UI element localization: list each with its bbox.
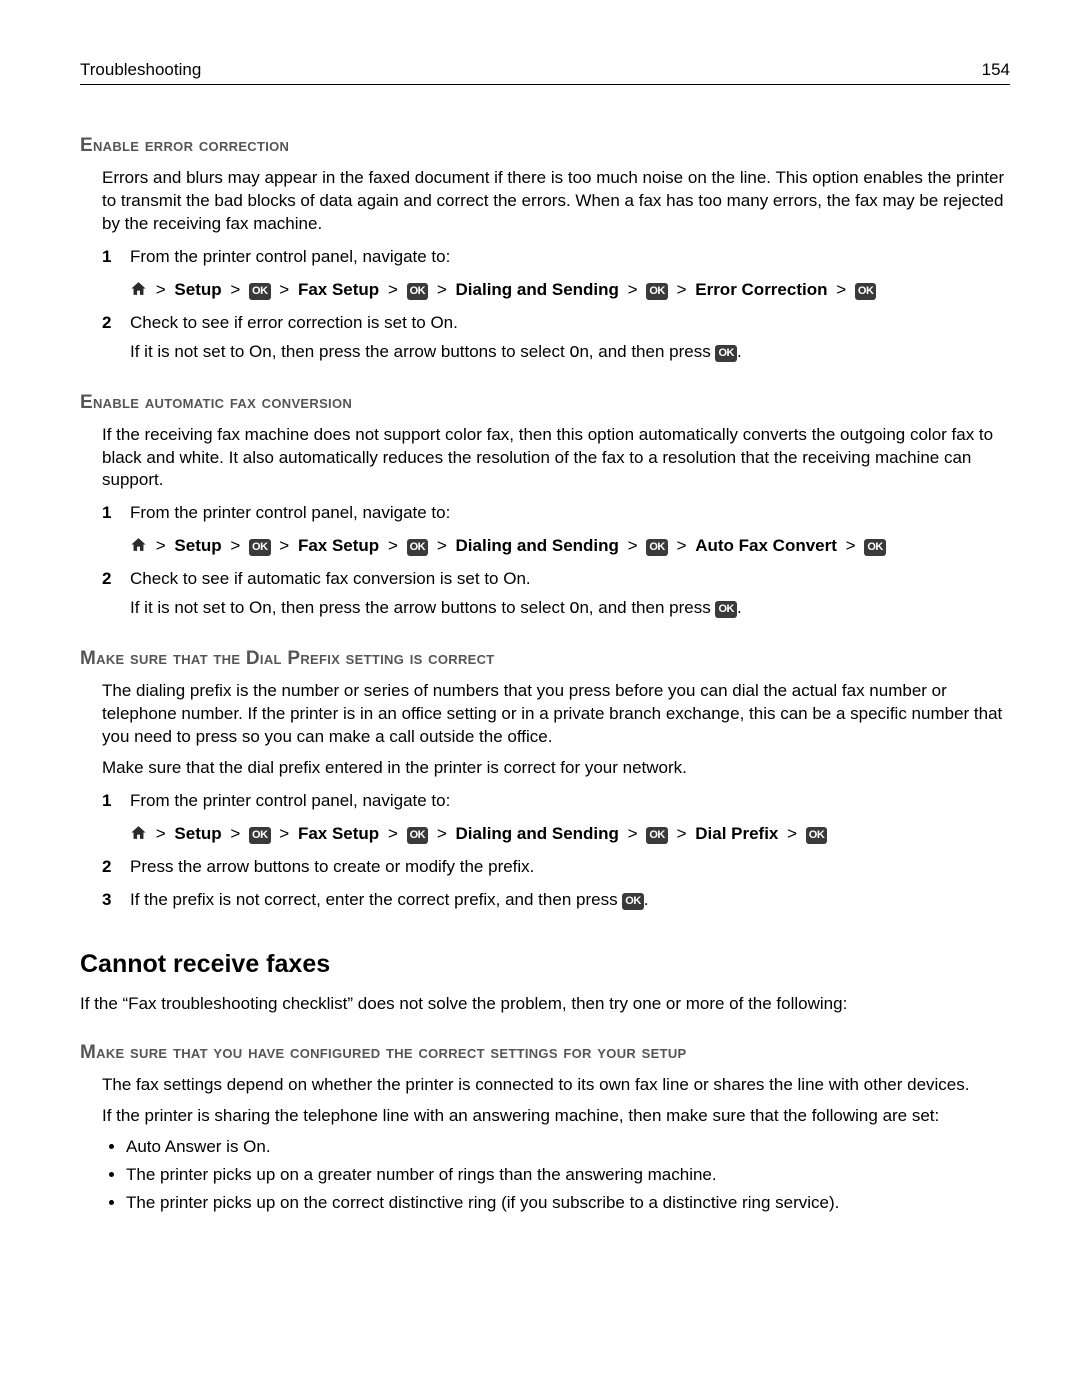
ok-icon: OK: [249, 539, 271, 556]
ok-icon: OK: [646, 283, 668, 300]
ok-icon: OK: [715, 601, 737, 618]
home-icon: [130, 280, 147, 299]
sec2-step1-text: From the printer control panel, navigate…: [130, 503, 450, 522]
nav-dialing-sending: Dialing and Sending: [456, 824, 619, 843]
sec1-step1: From the printer control panel, navigate…: [102, 246, 1010, 302]
home-icon: [130, 824, 147, 843]
nav-setup: Setup: [174, 280, 221, 299]
sec2-steps: From the printer control panel, navigate…: [102, 502, 1010, 622]
nav-dial-prefix: Dial Prefix: [695, 824, 778, 843]
sec1-step2-sub: If it is not set to On, then press the a…: [130, 341, 1010, 366]
sec4-intro: If the “Fax troubleshooting checklist” d…: [80, 993, 1010, 1016]
sec4-p2: If the printer is sharing the telephone …: [80, 1105, 1010, 1128]
ok-icon: OK: [864, 539, 886, 556]
sec3-steps: From the printer control panel, navigate…: [102, 790, 1010, 912]
running-header: Troubleshooting 154: [80, 60, 1010, 85]
ok-icon: OK: [622, 893, 644, 910]
sec2-nav-path: > Setup > OK > Fax Setup > OK > Dialing …: [130, 535, 1010, 558]
sec3-step2: Press the arrow buttons to create or mod…: [102, 856, 1010, 879]
bullet-item: The printer picks up on the correct dist…: [126, 1191, 1010, 1215]
sec1-step1-text: From the printer control panel, navigate…: [130, 247, 450, 266]
bullet-item: The printer picks up on a greater number…: [126, 1163, 1010, 1187]
sec3-p2: Make sure that the dial prefix entered i…: [80, 757, 1010, 780]
heading-enable-error-correction: Enable error correction: [80, 135, 1010, 157]
sec1-nav-path: > Setup > OK > Fax Setup > OK > Dialing …: [130, 279, 1010, 302]
ok-icon: OK: [646, 827, 668, 844]
nav-setup: Setup: [174, 536, 221, 555]
nav-fax-setup: Fax Setup: [298, 536, 379, 555]
on-literal: On: [569, 600, 588, 619]
nav-fax-setup: Fax Setup: [298, 280, 379, 299]
nav-fax-setup: Fax Setup: [298, 824, 379, 843]
ok-icon: OK: [249, 827, 271, 844]
sec2-step2-text: Check to see if automatic fax conversion…: [130, 569, 531, 588]
ok-icon: OK: [715, 345, 737, 362]
sec3-step1: From the printer control panel, navigate…: [102, 790, 1010, 846]
sec2-intro: If the receiving fax machine does not su…: [80, 424, 1010, 493]
ok-icon: OK: [407, 539, 429, 556]
nav-auto-fax-convert: Auto Fax Convert: [695, 536, 837, 555]
bullet-item: Auto Answer is On.: [126, 1135, 1010, 1159]
nav-dialing-sending: Dialing and Sending: [456, 536, 619, 555]
sec1-intro: Errors and blurs may appear in the faxed…: [80, 167, 1010, 236]
sec2-step2: Check to see if automatic fax conversion…: [102, 568, 1010, 622]
sec3-step1-text: From the printer control panel, navigate…: [130, 791, 450, 810]
ok-icon: OK: [407, 283, 429, 300]
sec4-bullets: Auto Answer is On. The printer picks up …: [80, 1135, 1010, 1214]
heading-cannot-receive-faxes: Cannot receive faxes: [80, 950, 1010, 979]
nav-error-correction: Error Correction: [695, 280, 827, 299]
page-number: 154: [982, 60, 1010, 80]
ok-icon: OK: [646, 539, 668, 556]
home-icon: [130, 536, 147, 555]
sec1-step2-text: Check to see if error correction is set …: [130, 313, 458, 332]
heading-configured-settings: Make sure that you have configured the c…: [80, 1042, 1010, 1064]
ok-icon: OK: [407, 827, 429, 844]
page-body: Troubleshooting 154 Enable error correct…: [0, 0, 1080, 1299]
header-title: Troubleshooting: [80, 60, 201, 80]
nav-dialing-sending: Dialing and Sending: [456, 280, 619, 299]
sec4-p1: The fax settings depend on whether the p…: [80, 1074, 1010, 1097]
sec3-step3: If the prefix is not correct, enter the …: [102, 889, 1010, 912]
on-literal: On: [569, 344, 588, 363]
heading-enable-auto-fax-conversion: Enable automatic fax conversion: [80, 392, 1010, 414]
ok-icon: OK: [806, 827, 828, 844]
sec3-p1: The dialing prefix is the number or seri…: [80, 680, 1010, 749]
sec1-steps: From the printer control panel, navigate…: [102, 246, 1010, 366]
sec1-step2: Check to see if error correction is set …: [102, 312, 1010, 366]
sec2-step1: From the printer control panel, navigate…: [102, 502, 1010, 558]
sec2-step2-sub: If it is not set to On, then press the a…: [130, 597, 1010, 622]
ok-icon: OK: [249, 283, 271, 300]
sec3-nav-path: > Setup > OK > Fax Setup > OK > Dialing …: [130, 823, 1010, 846]
nav-setup: Setup: [174, 824, 221, 843]
heading-dial-prefix: Make sure that the Dial Prefix setting i…: [80, 648, 1010, 670]
ok-icon: OK: [855, 283, 877, 300]
